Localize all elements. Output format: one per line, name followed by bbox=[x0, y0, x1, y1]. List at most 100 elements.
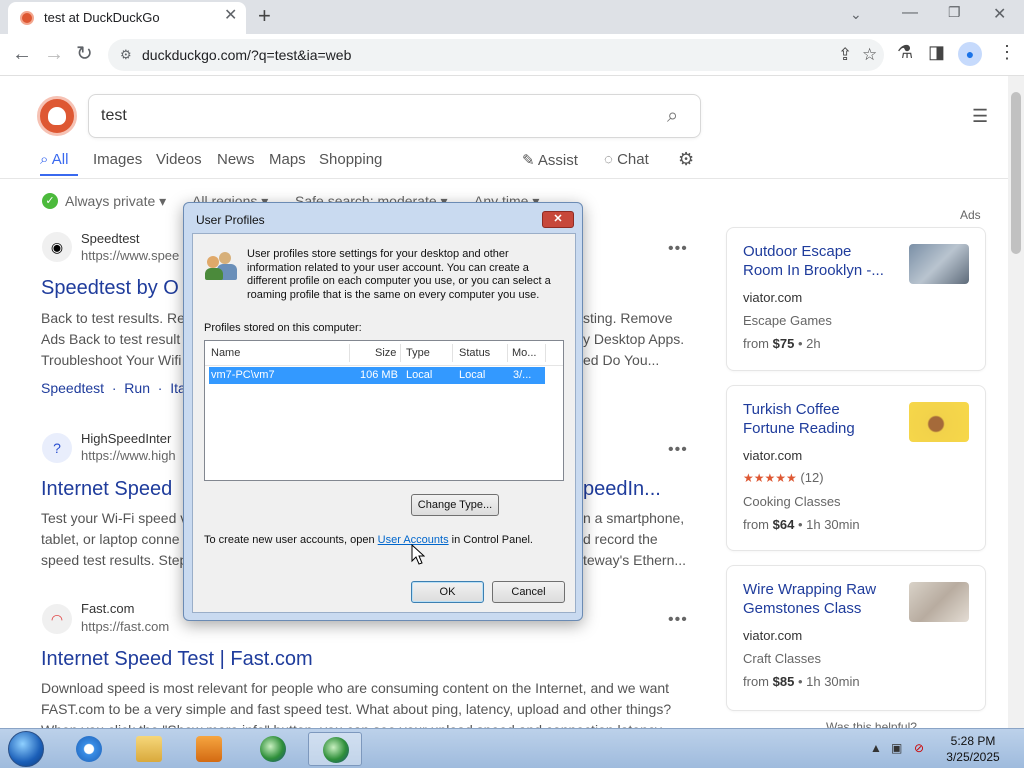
always-private-filter[interactable]: Always private ▾ bbox=[65, 193, 166, 210]
assist-button[interactable]: ✎ Assist bbox=[522, 151, 578, 169]
address-bar[interactable]: ⚙ duckduckgo.com/?q=test&ia=web ⇪ ☆ bbox=[108, 39, 884, 71]
ad-card[interactable]: Wire Wrapping Raw Gemstones Class viator… bbox=[726, 565, 986, 711]
divider bbox=[0, 178, 1008, 179]
result-sitelinks: Speedtest · Run · Ita bbox=[41, 380, 186, 396]
profiles-label: Profiles stored on this computer: bbox=[204, 322, 362, 334]
ad-title[interactable]: Wire Wrapping Raw Gemstones Class bbox=[743, 580, 893, 618]
dialog-close-icon[interactable]: ✕ bbox=[542, 211, 574, 228]
ad-title[interactable]: Turkish Coffee Fortune Reading bbox=[743, 400, 893, 438]
search-icon[interactable]: ⌕ bbox=[667, 105, 678, 128]
show-hidden-icons-chevron-icon[interactable]: ▲ bbox=[870, 741, 882, 755]
chrome-taskbar-button[interactable] bbox=[308, 732, 362, 766]
tab-all[interactable]: ⌕ All bbox=[40, 151, 68, 168]
search-input[interactable]: test bbox=[101, 107, 127, 125]
url-text: duckduckgo.com/?q=test&ia=web bbox=[142, 47, 352, 63]
result-title[interactable]: Internet Speed bbox=[41, 478, 172, 501]
column-header-status[interactable]: Status bbox=[459, 347, 490, 359]
ad-domain: viator.com bbox=[743, 628, 803, 643]
tab-search-chevron-icon[interactable]: ⌄ bbox=[850, 6, 862, 23]
media-player-icon bbox=[196, 736, 222, 762]
ad-category: Craft Classes bbox=[743, 651, 822, 666]
sitelink[interactable]: Speedtest bbox=[41, 380, 104, 396]
share-icon[interactable]: ⇪ bbox=[838, 45, 852, 65]
settings-gear-icon[interactable]: ⚙ bbox=[678, 149, 694, 170]
tab-shopping[interactable]: Shopping bbox=[319, 151, 382, 168]
network-icon[interactable]: ▣ bbox=[891, 741, 902, 755]
duckduckgo-logo[interactable] bbox=[37, 96, 77, 136]
ad-card[interactable]: Outdoor Escape Room In Brooklyn -... via… bbox=[726, 227, 986, 371]
minimize-icon[interactable]: — bbox=[902, 4, 918, 22]
internet-explorer-taskbar-button[interactable] bbox=[62, 732, 116, 766]
search-icon: ⌕ bbox=[40, 151, 52, 168]
new-tab-button[interactable]: + bbox=[258, 3, 271, 29]
forward-arrow-icon[interactable]: → bbox=[44, 42, 64, 66]
check-icon: ✓ bbox=[42, 193, 58, 209]
profiles-list[interactable]: Name Size Type Status Mo... vm7-PC\vm7 1… bbox=[204, 340, 564, 481]
volume-muted-icon[interactable]: ⊘ bbox=[914, 741, 924, 755]
menu-kebab-icon[interactable]: ⋮ bbox=[998, 42, 1016, 63]
column-separator[interactable] bbox=[400, 344, 401, 362]
cell-size: 106 MB bbox=[360, 369, 398, 381]
browser-tab[interactable]: test at DuckDuckGo ✕ bbox=[8, 2, 246, 34]
result-site-url[interactable]: https://www.high bbox=[81, 448, 176, 463]
bookmark-star-icon[interactable]: ☆ bbox=[862, 45, 877, 65]
result-site-url[interactable]: https://www.spee bbox=[81, 248, 179, 263]
cancel-button[interactable]: Cancel bbox=[492, 581, 565, 603]
network-globe-taskbar-button[interactable] bbox=[246, 732, 300, 766]
tab-maps[interactable]: Maps bbox=[269, 151, 306, 168]
start-button[interactable] bbox=[8, 731, 44, 767]
clock-date[interactable]: 3/25/2025 bbox=[944, 750, 1002, 764]
explorer-taskbar-button[interactable] bbox=[122, 732, 176, 766]
hamburger-menu-icon[interactable]: ☰ bbox=[972, 106, 988, 127]
tab-videos[interactable]: Videos bbox=[156, 151, 202, 168]
result-site-name[interactable]: Speedtest bbox=[81, 231, 140, 246]
result-site-url[interactable]: https://fast.com bbox=[81, 619, 169, 634]
clock-time[interactable]: 5:28 PM bbox=[948, 734, 998, 748]
column-header-size[interactable]: Size bbox=[375, 347, 396, 359]
back-arrow-icon[interactable]: ← bbox=[12, 42, 32, 66]
column-header-modified[interactable]: Mo... bbox=[512, 347, 536, 359]
more-options-icon[interactable]: ••• bbox=[668, 240, 688, 258]
result-title[interactable]: Internet Speed Test | Fast.com bbox=[41, 648, 313, 671]
chat-icon: ◌ bbox=[604, 151, 618, 168]
tab-news[interactable]: News bbox=[217, 151, 255, 168]
chat-button[interactable]: ◌ Chat bbox=[604, 151, 649, 168]
close-tab-icon[interactable]: ✕ bbox=[224, 7, 237, 25]
ad-card[interactable]: Turkish Coffee Fortune Reading viator.co… bbox=[726, 385, 986, 551]
more-options-icon[interactable]: ••• bbox=[668, 611, 688, 629]
cell-modified: 3/... bbox=[513, 369, 532, 381]
table-row[interactable]: vm7-PC\vm7 106 MB Local Local 3/... bbox=[209, 367, 545, 384]
result-title-right[interactable]: peedIn... bbox=[583, 478, 661, 501]
media-player-taskbar-button[interactable] bbox=[182, 732, 236, 766]
more-options-icon[interactable]: ••• bbox=[668, 441, 688, 459]
dialog-title: User Profiles bbox=[196, 213, 265, 227]
profile-avatar-icon[interactable]: ● bbox=[958, 42, 982, 66]
search-box[interactable]: test ⌕ bbox=[88, 94, 701, 138]
sitelink[interactable]: Run bbox=[124, 380, 150, 396]
column-header-type[interactable]: Type bbox=[406, 347, 430, 359]
site-info-icon[interactable]: ⚙ bbox=[120, 47, 132, 63]
restore-icon[interactable]: ❐ bbox=[948, 4, 961, 21]
column-separator[interactable] bbox=[452, 344, 453, 362]
ad-price: from $64 • 1h 30min bbox=[743, 517, 860, 532]
result-title[interactable]: Speedtest by O bbox=[41, 277, 179, 300]
column-separator[interactable] bbox=[507, 344, 508, 362]
ad-image bbox=[909, 402, 969, 442]
labs-flask-icon[interactable]: ⚗ bbox=[897, 42, 913, 63]
window-close-icon[interactable]: ✕ bbox=[993, 4, 1006, 24]
result-site-name[interactable]: Fast.com bbox=[81, 601, 134, 616]
ad-image bbox=[909, 582, 969, 622]
column-header-name[interactable]: Name bbox=[211, 347, 240, 359]
ad-title[interactable]: Outdoor Escape Room In Brooklyn -... bbox=[743, 242, 893, 280]
result-site-name[interactable]: HighSpeedInter bbox=[81, 431, 171, 446]
tab-images[interactable]: Images bbox=[93, 151, 142, 168]
change-type-button[interactable]: Change Type... bbox=[411, 494, 499, 516]
column-separator[interactable] bbox=[349, 344, 350, 362]
scrollbar-thumb[interactable] bbox=[1011, 92, 1021, 254]
dialog-description: User profiles store settings for your de… bbox=[247, 248, 551, 301]
ok-button[interactable]: OK bbox=[411, 581, 484, 603]
side-panel-icon[interactable]: ◨ bbox=[928, 42, 945, 63]
reload-icon[interactable]: ↻ bbox=[76, 42, 93, 66]
column-separator[interactable] bbox=[545, 344, 546, 362]
taskbar: ▲ ▣ ⊘ 5:28 PM 3/25/2025 bbox=[0, 728, 1024, 768]
